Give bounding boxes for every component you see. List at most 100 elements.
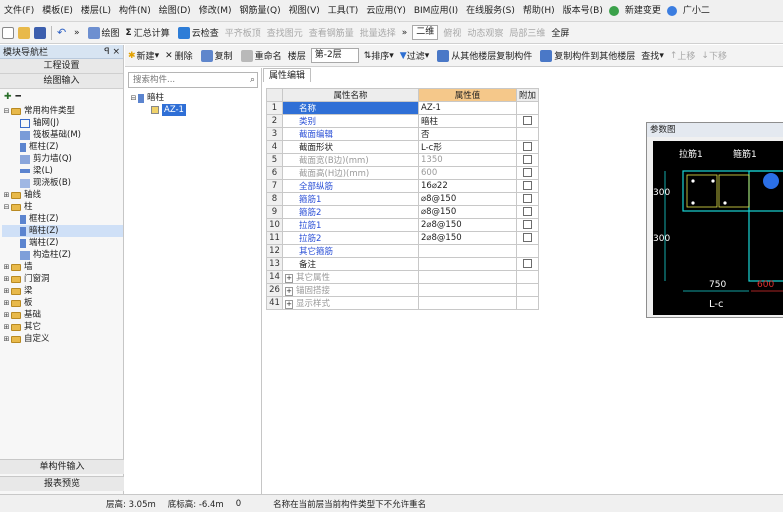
property-value-cell[interactable]: 16⌀22 [418, 179, 517, 193]
property-name-cell[interactable]: 名称 [282, 101, 419, 115]
property-value-cell[interactable] [418, 270, 517, 284]
tree-node-beam[interactable]: 梁(L) [2, 165, 123, 177]
menu-bim[interactable]: BIM应用(I) [410, 0, 462, 21]
fullscreen-button[interactable]: 全屏 [548, 26, 572, 39]
drawing-input-button[interactable]: 绘图输入 [0, 74, 123, 89]
expand-group-icon[interactable]: + [285, 287, 293, 296]
tree-node-column-group[interactable]: ⊟ 柱 [2, 201, 123, 213]
property-name-cell[interactable]: 备注 [282, 257, 419, 271]
table-row[interactable]: 10 拉筋1 2⌀8@150 [266, 218, 540, 232]
table-row[interactable]: 12 其它箍筋 [266, 244, 540, 258]
menu-help[interactable]: 帮助(H) [519, 0, 559, 21]
property-name-cell[interactable]: 类别 [282, 114, 419, 128]
top-view-button[interactable]: 俯视 [440, 26, 464, 39]
property-value-cell[interactable]: ⌀8@150 [418, 192, 517, 206]
property-name-cell[interactable]: + 其它属性 [282, 270, 419, 284]
property-name-cell[interactable]: + 显示样式 [282, 296, 419, 310]
property-name-cell[interactable]: 截面宽(B边)(mm) [282, 153, 419, 167]
dynamic-view-button[interactable]: 动态观察 [464, 26, 506, 39]
tree-node-hidden-column[interactable]: 暗柱(Z) [2, 225, 123, 237]
attach-checkbox[interactable] [523, 155, 532, 164]
expand-toggle-icon[interactable]: ⊞ [2, 273, 11, 285]
expand-toggle-icon[interactable]: ⊞ [2, 261, 11, 273]
filter-button[interactable]: ▼ 过滤 ▾ [397, 49, 432, 63]
tree-node-custom[interactable]: ⊞ 自定义 [2, 333, 123, 345]
attach-checkbox[interactable] [523, 181, 532, 190]
table-row[interactable]: 41 + 显示样式 [266, 296, 540, 310]
find-element-button[interactable]: 查找图元 [264, 26, 306, 39]
table-row[interactable]: 11 拉筋2 2⌀8@150 [266, 231, 540, 245]
copy-from-floor-button[interactable]: 从其他楼层复制构件 [432, 49, 535, 62]
expand-toggle-icon[interactable]: ⊞ [2, 285, 11, 297]
attach-checkbox[interactable] [523, 220, 532, 229]
property-value-cell[interactable]: ⌀8@150 [418, 205, 517, 219]
tree-node-slab[interactable]: ⊞ 板 [2, 297, 123, 309]
menu-new-change[interactable]: 新建变更 [621, 0, 665, 21]
search-icon[interactable]: ⌕ [250, 75, 255, 85]
attach-checkbox[interactable] [523, 194, 532, 203]
property-value-cell[interactable]: 1350 [418, 153, 517, 167]
table-row[interactable]: 13 备注 [266, 257, 540, 271]
property-value-cell[interactable]: 600 [418, 166, 517, 180]
menu-tools[interactable]: 工具(T) [324, 0, 363, 21]
tree-node-beam-group[interactable]: ⊞ 梁 [2, 285, 123, 297]
draw-button[interactable]: 绘图 [83, 26, 123, 39]
tree-node-construction-column[interactable]: 构造柱(Z) [2, 249, 123, 261]
menu-component[interactable]: 构件(N) [115, 0, 155, 21]
move-up-button[interactable]: ↑ 上移 [667, 49, 699, 63]
batch-select-button[interactable]: 批量选择 [357, 26, 399, 39]
menu-view[interactable]: 视图(V) [285, 0, 324, 21]
property-name-cell[interactable]: 截面高(H边)(mm) [282, 166, 419, 180]
property-value-cell[interactable]: 否 [418, 127, 517, 141]
tree-node-common-types[interactable]: ⊟ 常用构件类型 [2, 105, 123, 117]
table-row[interactable]: 4 截面形状 L-c形 [266, 140, 540, 154]
new-file-icon[interactable] [2, 26, 14, 39]
undo-icon[interactable]: ↶ [57, 26, 69, 39]
table-row[interactable]: 7 全部纵筋 16⌀22 [266, 179, 540, 193]
tree-node-shear-wall[interactable]: 剪力墙(Q) [2, 153, 123, 165]
menu-file[interactable]: 文件(F) [0, 0, 38, 21]
tree-node-axis-grid[interactable]: 轴网(J) [2, 117, 123, 129]
tree-node-wall[interactable]: ⊞ 墙 [2, 261, 123, 273]
table-row[interactable]: 3 截面编辑 否 [266, 127, 540, 141]
property-value-cell[interactable] [418, 296, 517, 310]
tree-node-cast-slab[interactable]: 现浇板(B) [2, 177, 123, 189]
pin-close-icon[interactable]: ꟼ × [104, 47, 120, 57]
component-node-az1[interactable]: AZ-1 [125, 104, 261, 116]
collapse-toggle-icon[interactable]: ⊟ [2, 201, 11, 213]
copy-button[interactable]: 复制 [196, 49, 236, 62]
level-slab-button[interactable]: 平齐板顶 [222, 26, 264, 39]
sort-button[interactable]: ⇅ 排序 ▾ [361, 49, 397, 63]
expand-group-icon[interactable]: + [285, 300, 293, 309]
tree-node-door-window[interactable]: ⊞ 门窗洞 [2, 273, 123, 285]
menu-cloud[interactable]: 云应用(Y) [362, 0, 410, 21]
table-row[interactable]: 8 箍筋1 ⌀8@150 [266, 192, 540, 206]
expand-toggle-icon[interactable]: ⊞ [2, 309, 11, 321]
menu-online[interactable]: 在线服务(S) [462, 0, 519, 21]
table-row[interactable]: 9 箍筋2 ⌀8@150 [266, 205, 540, 219]
property-value-cell[interactable] [418, 257, 517, 271]
delete-button[interactable]: ✕ 删除 [162, 49, 196, 63]
table-row[interactable]: 6 截面高(H边)(mm) 600 [266, 166, 540, 180]
property-name-cell[interactable]: 拉筋2 [282, 231, 419, 245]
attach-checkbox[interactable] [523, 207, 532, 216]
attach-checkbox[interactable] [523, 259, 532, 268]
menu-floor[interactable]: 楼层(L) [77, 0, 115, 21]
expand-group-icon[interactable]: + [285, 274, 293, 283]
property-value-cell[interactable]: 暗柱 [418, 114, 517, 128]
component-search[interactable]: ⌕ [128, 72, 258, 88]
property-name-cell[interactable]: 其它箍筋 [282, 244, 419, 258]
expand-toggle-icon[interactable]: ⊞ [2, 321, 11, 333]
overflow-chevron-2[interactable]: » [399, 28, 411, 38]
menu-assistant[interactable]: 广小二 [679, 0, 714, 21]
project-settings-button[interactable]: 工程设置 [0, 59, 123, 74]
move-down-button[interactable]: ↓ 下移 [698, 49, 730, 63]
table-row[interactable]: 14 + 其它属性 [266, 270, 540, 284]
tree-node-frame-column[interactable]: 框柱(Z) [2, 141, 123, 153]
floor-select[interactable]: 第-2层 [310, 48, 359, 63]
property-name-cell[interactable]: + 锚固搭接 [282, 283, 419, 297]
component-root-node[interactable]: ⊟ 暗柱 [125, 92, 261, 104]
attach-checkbox[interactable] [523, 233, 532, 242]
expand-toggle-icon[interactable]: ⊞ [2, 189, 11, 201]
table-row[interactable]: 1 名称 AZ-1 [266, 101, 540, 115]
